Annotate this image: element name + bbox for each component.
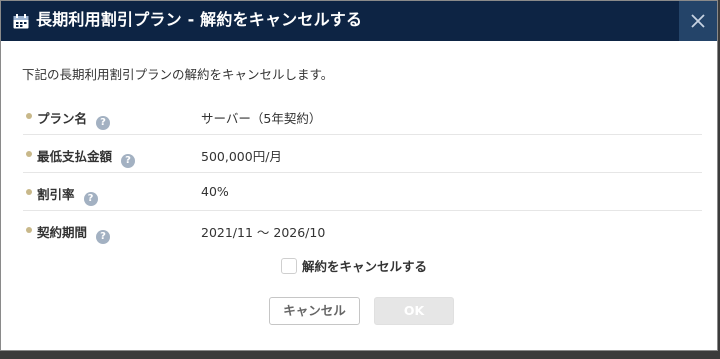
bullet-icon <box>26 227 32 233</box>
help-icon[interactable]: ? <box>83 192 98 206</box>
bullet-icon <box>26 151 32 157</box>
bullet-icon <box>26 189 32 195</box>
field-row-contract-period: 契約期間? 2021/11 ～ 2026/10 <box>23 211 702 249</box>
field-value-minimum-payment: 500,000円/月 <box>201 149 282 164</box>
field-row-plan-name: プラン名? サーバー（5年契約） <box>23 97 702 135</box>
help-icon[interactable]: ? <box>121 154 136 168</box>
field-label-minimum-payment: 最低支払金額? <box>37 146 136 168</box>
ok-button[interactable]: OK <box>374 297 454 325</box>
close-button[interactable] <box>679 1 717 41</box>
cancel-termination-dialog: 長期利用割引プラン - 解約をキャンセルする 下記の長期利用割引プランの解約をキ… <box>0 0 718 351</box>
dialog-titlebar: 長期利用割引プラン - 解約をキャンセルする <box>1 1 717 41</box>
bullet-icon <box>26 113 32 119</box>
field-value-discount-rate: 40% <box>201 184 229 199</box>
field-value-contract-period: 2021/11 ～ 2026/10 <box>201 225 326 240</box>
field-label-contract-period: 契約期間? <box>37 222 111 244</box>
close-icon <box>691 14 705 28</box>
help-icon[interactable]: ? <box>96 116 111 130</box>
field-value-plan-name: サーバー（5年契約） <box>201 111 322 126</box>
calendar-icon <box>13 14 29 29</box>
confirm-checkbox-label[interactable]: 解約をキャンセルする <box>302 256 427 275</box>
help-icon[interactable]: ? <box>96 230 111 244</box>
dialog-intro-text: 下記の長期利用割引プランの解約をキャンセルします。 <box>22 67 334 82</box>
field-label-plan-name: プラン名? <box>37 108 111 130</box>
confirm-checkbox[interactable] <box>281 258 297 274</box>
cancel-button[interactable]: キャンセル <box>269 297 360 325</box>
field-row-discount-rate: 割引率? 40% <box>23 173 702 211</box>
dialog-title: 長期利用割引プラン - 解約をキャンセルする <box>36 10 363 29</box>
field-label-discount-rate: 割引率? <box>37 184 98 206</box>
field-row-minimum-payment: 最低支払金額? 500,000円/月 <box>23 135 702 173</box>
